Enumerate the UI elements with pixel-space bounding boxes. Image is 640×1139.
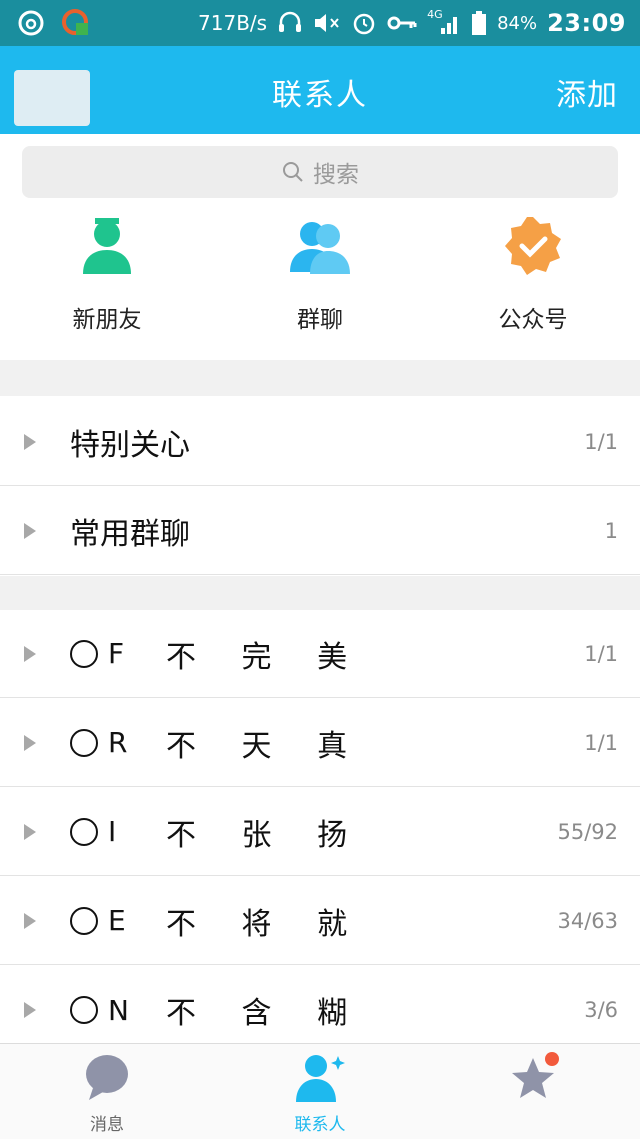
group-row[interactable]: R 不 天 真 1/1 [0, 699, 640, 787]
network-speed: 717B/s [198, 11, 268, 35]
chat-bubble-icon [77, 1052, 137, 1104]
circle-icon [70, 639, 98, 668]
section-divider [0, 576, 640, 610]
search-icon [283, 162, 303, 182]
tab-label: 消息 [90, 1115, 124, 1135]
circle-icon [70, 728, 98, 757]
group-name: 常用群聊 [70, 516, 190, 552]
official-account-icon [501, 214, 565, 278]
netease-music-icon [16, 8, 46, 38]
expand-arrow-icon [24, 433, 36, 450]
group-name: 不 完 美 [166, 639, 366, 675]
group-chat-button[interactable]: 群聊 [240, 214, 400, 354]
tab-contacts[interactable]: 联系人 [240, 1052, 400, 1135]
tab-label: 联系人 [294, 1115, 346, 1135]
group-code: N [108, 993, 129, 1027]
battery-level: 84% [497, 12, 538, 34]
circle-icon [70, 996, 98, 1024]
new-friends-label: 新朋友 [72, 307, 142, 333]
alarm-icon [351, 10, 377, 36]
group-name: 特别关心 [70, 427, 190, 463]
expand-arrow-icon [24, 823, 36, 840]
headset-icon [277, 10, 303, 36]
section-divider [0, 360, 640, 396]
status-bar: 717B/s 4G 84% 23:09 [0, 0, 640, 46]
group-count: 3/6 [584, 998, 618, 1022]
app-notification-icon [60, 7, 92, 39]
clock: 23:09 [547, 9, 626, 37]
tab-messages[interactable]: 消息 [27, 1052, 187, 1135]
group-chat-label: 群聊 [297, 307, 343, 333]
group-count: 1/1 [584, 641, 618, 666]
add-button[interactable]: 添加 [556, 70, 618, 114]
mute-icon [313, 11, 341, 35]
group-count: 34/63 [557, 908, 618, 933]
tab-discover[interactable] [453, 1052, 613, 1110]
expand-arrow-icon [24, 912, 36, 929]
group-count: 1 [604, 518, 618, 543]
group-code: E [108, 904, 126, 937]
search-input[interactable]: 搜索 [22, 146, 618, 198]
notification-dot [545, 1052, 559, 1066]
circle-icon [70, 817, 98, 846]
official-account-button[interactable]: 公众号 [453, 214, 613, 354]
official-account-label: 公众号 [498, 307, 568, 333]
search-placeholder: 搜索 [313, 162, 359, 188]
group-code: I [108, 815, 117, 848]
contacts-icon [290, 1052, 350, 1104]
circle-icon [70, 906, 98, 935]
group-row[interactable]: N 不 含 糊 3/6 [0, 966, 640, 1054]
star-icon [503, 1052, 563, 1104]
battery-icon [471, 10, 487, 36]
expand-arrow-icon [24, 1002, 36, 1018]
signal-icon: 4G [427, 8, 461, 36]
page-title: 联系人 [272, 78, 368, 113]
group-row[interactable]: E 不 将 就 34/63 [0, 877, 640, 965]
group-count: 1/1 [584, 730, 618, 755]
group-count: 1/1 [584, 429, 618, 454]
new-friend-icon [75, 214, 139, 278]
group-row[interactable]: F 不 完 美 1/1 [0, 610, 640, 698]
expand-arrow-icon [24, 734, 36, 751]
group-name: 不 天 真 [166, 728, 366, 764]
group-row-frequent-groups[interactable]: 常用群聊 1 [0, 487, 640, 575]
key-icon [387, 13, 417, 33]
group-code: R [108, 726, 128, 759]
expand-arrow-icon [24, 645, 36, 662]
group-name: 不 含 糊 [166, 996, 366, 1031]
new-friends-button[interactable]: 新朋友 [27, 214, 187, 354]
bottom-tab-bar: 消息 联系人 [0, 1043, 640, 1139]
group-chat-icon [288, 214, 352, 278]
group-code: F [108, 637, 125, 670]
header-bar: 联系人 添加 [0, 46, 640, 134]
group-row[interactable]: I 不 张 扬 55/92 [0, 788, 640, 876]
group-name: 不 张 扬 [166, 817, 366, 853]
group-count: 55/92 [557, 819, 618, 844]
expand-arrow-icon [24, 522, 36, 539]
network-type: 4G [427, 8, 443, 21]
group-row-special-care[interactable]: 特别关心 1/1 [0, 398, 640, 486]
group-name: 不 将 就 [166, 906, 366, 942]
